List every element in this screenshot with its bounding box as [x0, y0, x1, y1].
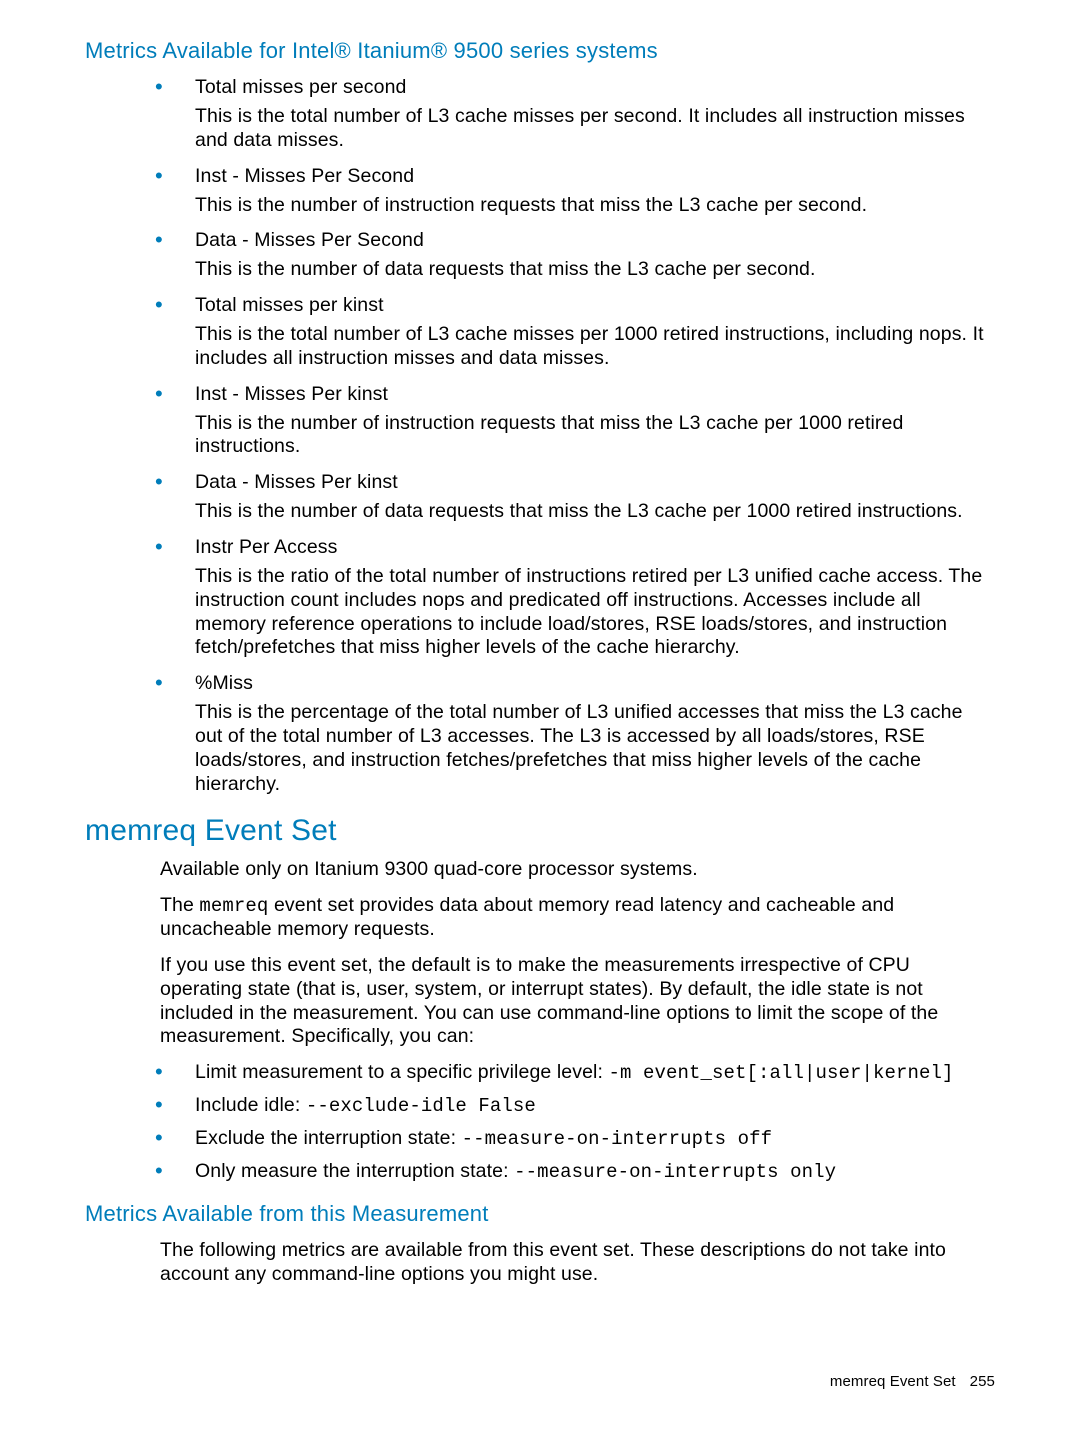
paragraph: The following metrics are available from…	[160, 1239, 995, 1287]
list-item: Data - Misses Per Second This is the num…	[155, 229, 995, 282]
text: The	[160, 894, 199, 916]
metric-title: Inst - Misses Per kinst	[195, 383, 995, 406]
metric-description: This is the number of data requests that…	[195, 258, 995, 282]
list-item: Total misses per second This is the tota…	[155, 76, 995, 153]
footer-page-number: 255	[970, 1373, 995, 1390]
paragraph: The memreq event set provides data about…	[160, 894, 995, 942]
metric-title: Total misses per kinst	[195, 294, 995, 317]
option-label: Exclude the interruption state:	[195, 1127, 462, 1149]
list-item: Only measure the interruption state: --m…	[155, 1160, 995, 1183]
page-footer: memreq Event Set 255	[830, 1373, 995, 1390]
list-item: Inst - Misses Per kinst This is the numb…	[155, 383, 995, 460]
options-list: Limit measurement to a specific privileg…	[155, 1061, 995, 1183]
list-item: Total misses per kinst This is the total…	[155, 294, 995, 371]
paragraph: Available only on Itanium 9300 quad-core…	[160, 858, 995, 882]
paragraph: If you use this event set, the default i…	[160, 954, 995, 1049]
metric-description: This is the number of instruction reques…	[195, 412, 995, 460]
metric-description: This is the number of instruction reques…	[195, 194, 995, 218]
metric-title: Instr Per Access	[195, 536, 995, 559]
text: event set provides data about memory rea…	[160, 894, 894, 940]
metric-description: This is the total number of L3 cache mis…	[195, 105, 995, 153]
heading-memreq-event-set: memreq Event Set	[85, 814, 995, 848]
code-inline: -m event_set[:all|user|kernel]	[609, 1062, 954, 1084]
metric-title: Data - Misses Per kinst	[195, 471, 995, 494]
option-label: Limit measurement to a specific privileg…	[195, 1061, 609, 1083]
code-inline: --measure-on-interrupts only	[514, 1161, 836, 1183]
list-item: Exclude the interruption state: --measur…	[155, 1127, 995, 1150]
metric-description: This is the total number of L3 cache mis…	[195, 323, 995, 371]
list-item: Limit measurement to a specific privileg…	[155, 1061, 995, 1084]
option-label: Only measure the interruption state:	[195, 1160, 514, 1182]
list-item: Include idle: --exclude-idle False	[155, 1094, 995, 1117]
metric-description: This is the percentage of the total numb…	[195, 701, 995, 796]
heading-metrics-intel-itanium-9500: Metrics Available for Intel® Itanium® 95…	[85, 38, 995, 64]
code-inline: memreq	[199, 895, 268, 917]
heading-metrics-available-from-measurement: Metrics Available from this Measurement	[85, 1201, 995, 1227]
code-inline: --exclude-idle False	[306, 1095, 536, 1117]
list-item: Inst - Misses Per Second This is the num…	[155, 165, 995, 218]
list-item: %Miss This is the percentage of the tota…	[155, 672, 995, 796]
metric-title: Total misses per second	[195, 76, 995, 99]
footer-section-name: memreq Event Set	[830, 1373, 956, 1390]
option-label: Include idle:	[195, 1094, 306, 1116]
metrics-list: Total misses per second This is the tota…	[155, 76, 995, 796]
metric-description: This is the ratio of the total number of…	[195, 565, 995, 660]
metric-description: This is the number of data requests that…	[195, 500, 995, 524]
list-item: Data - Misses Per kinst This is the numb…	[155, 471, 995, 524]
list-item: Instr Per Access This is the ratio of th…	[155, 536, 995, 660]
metric-title: Data - Misses Per Second	[195, 229, 995, 252]
metric-title: Inst - Misses Per Second	[195, 165, 995, 188]
code-inline: --measure-on-interrupts off	[462, 1128, 773, 1150]
metric-title: %Miss	[195, 672, 995, 695]
